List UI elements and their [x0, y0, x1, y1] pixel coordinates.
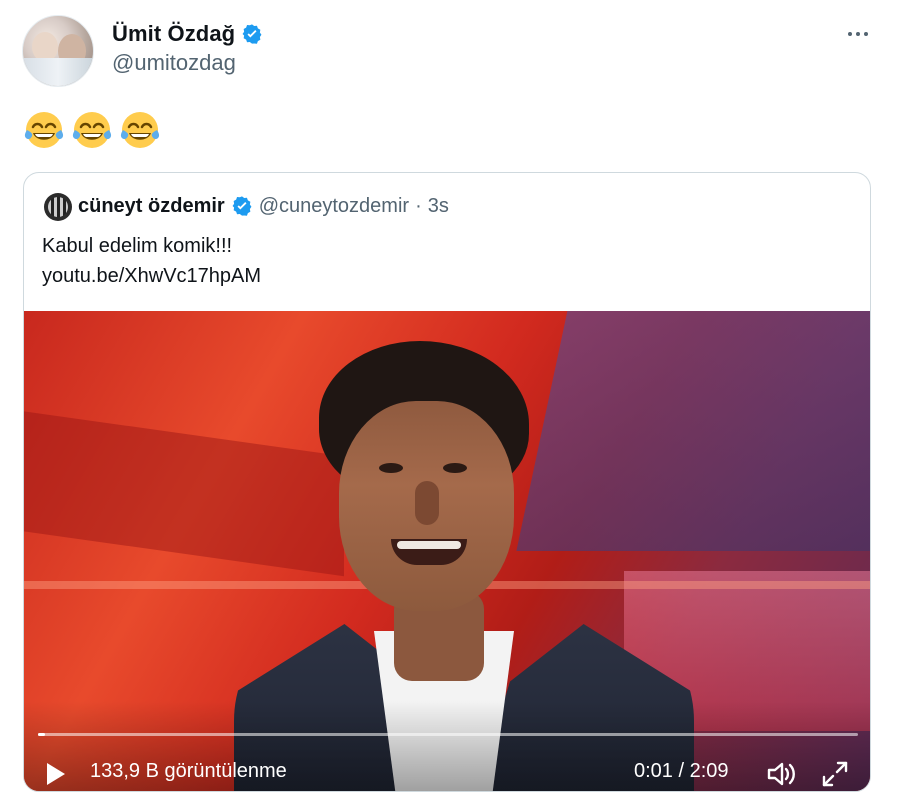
person-eye [379, 463, 403, 473]
tears-of-joy-emoji-icon [70, 108, 114, 152]
person-nose [415, 481, 439, 525]
author-name-row: Ümit Özdağ [112, 19, 263, 49]
person-teeth [397, 541, 461, 549]
separator-dot: · [415, 194, 422, 217]
author-avatar[interactable] [22, 15, 94, 87]
quoted-tweet-time[interactable]: 3s [428, 195, 449, 218]
more-dot-icon [848, 32, 852, 36]
video-time-display: 0:01 / 2:09 [634, 760, 729, 782]
person-eye [443, 463, 467, 473]
quoted-tweet-card[interactable]: cüneyt özdemir @cuneytozdemir · 3s Kabul… [23, 172, 871, 792]
quoted-author-handle[interactable]: @cuneytozdemir [259, 195, 409, 218]
quoted-tweet-text: Kabul edelim komik!!! [42, 235, 233, 257]
verified-badge-icon [231, 195, 253, 217]
more-dot-icon [864, 32, 868, 36]
video-player[interactable]: 133,9 B görüntülenme 0:01 / 2:09 [24, 311, 870, 791]
more-dot-icon [856, 32, 860, 36]
avatar-shirt [23, 58, 93, 86]
video-controls: 133,9 B görüntülenme 0:01 / 2:09 [24, 701, 870, 791]
fullscreen-icon[interactable] [820, 759, 850, 789]
play-icon[interactable] [40, 759, 70, 789]
tears-of-joy-emoji-icon [118, 108, 162, 152]
tears-of-joy-emoji-icon [22, 108, 66, 152]
quoted-tweet-header: cüneyt özdemir @cuneytozdemir · 3s [78, 191, 449, 221]
author-display-name[interactable]: Ümit Özdağ [112, 21, 235, 47]
quoted-author-avatar[interactable] [44, 193, 72, 221]
video-progress-fill [38, 733, 45, 736]
quoted-tweet-link[interactable]: youtu.be/XhwVc17hpAM [42, 261, 261, 291]
video-progress-bar[interactable] [38, 733, 858, 736]
tweet: Ümit Özdağ @umitozdag cüneyt özdemir @cu… [0, 0, 921, 792]
quoted-author-display-name[interactable]: cüneyt özdemir [78, 195, 225, 218]
author-handle[interactable]: @umitozdag [112, 50, 236, 76]
video-views-count: 133,9 B görüntülenme [90, 760, 287, 782]
person-face [339, 401, 514, 611]
more-options-icon[interactable] [842, 18, 874, 50]
verified-badge-icon [241, 23, 263, 45]
volume-icon[interactable] [766, 759, 798, 789]
tweet-text [22, 108, 162, 152]
